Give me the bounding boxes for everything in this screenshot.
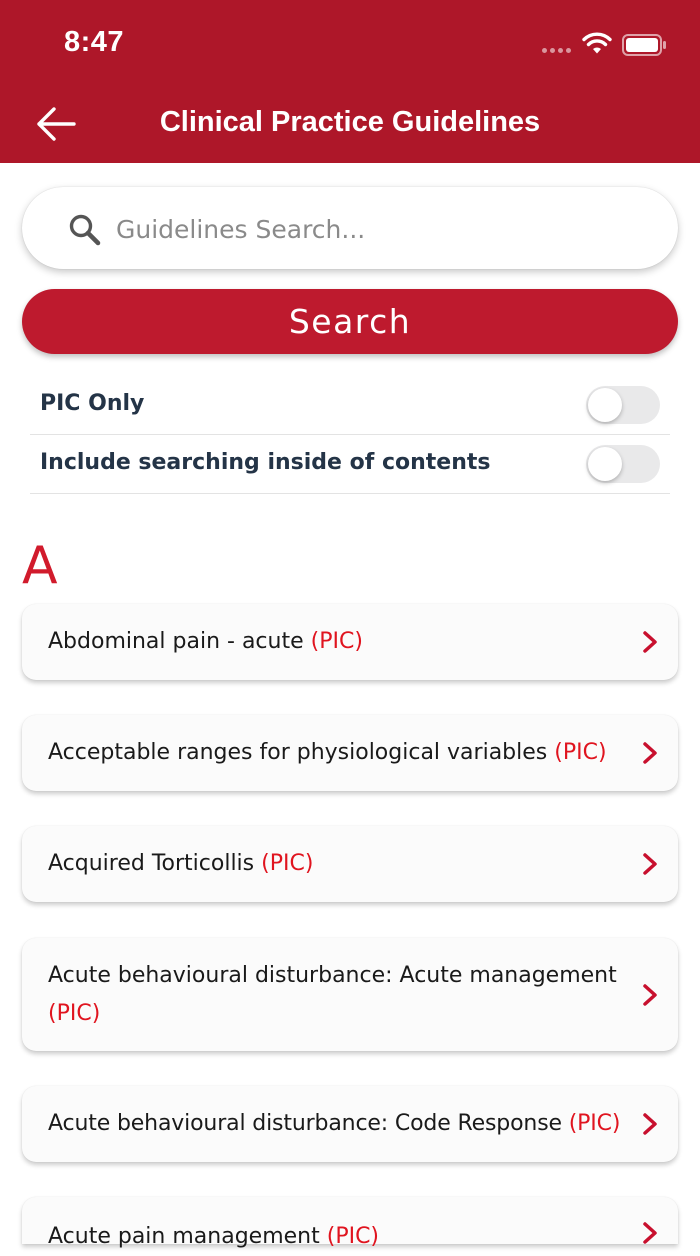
- chevron-right-icon: [643, 1222, 657, 1244]
- toggle-label-pic-only: PIC Only: [40, 391, 145, 416]
- pic-tag: (PIC): [310, 629, 363, 654]
- pic-only-toggle[interactable]: [586, 386, 660, 424]
- pic-tag: (PIC): [554, 740, 607, 765]
- chevron-right-icon: [643, 853, 657, 875]
- chevron-right-icon: [643, 983, 657, 1006]
- toggle-row-pic-only: PIC Only: [30, 376, 670, 435]
- guideline-item[interactable]: Acute behavioural disturbance: Code Resp…: [22, 1086, 678, 1162]
- pic-tag: (PIC): [261, 851, 314, 876]
- search-input[interactable]: [114, 205, 648, 253]
- cellular-signal-icon: [542, 48, 571, 53]
- pic-tag: (PIC): [48, 1000, 101, 1026]
- wifi-icon: [582, 32, 612, 54]
- status-time: 8:47: [64, 26, 125, 58]
- search-icon: [69, 214, 101, 246]
- battery-icon: [622, 34, 666, 56]
- chevron-right-icon: [643, 1113, 657, 1135]
- search-contents-toggle[interactable]: [586, 445, 660, 483]
- guideline-title: Acute behavioural disturbance: Code Resp…: [48, 1111, 562, 1136]
- guideline-title: Acute behavioural disturbance: Acute man…: [48, 962, 617, 988]
- app-header: 8:47 Clinical Practice Guidelines: [0, 0, 700, 163]
- guideline-item[interactable]: Acute pain management (PIC): [22, 1197, 678, 1249]
- chevron-right-icon: [643, 742, 657, 764]
- pic-tag: (PIC): [326, 1224, 380, 1249]
- toggle-row-search-contents: Include searching inside of contents: [30, 435, 670, 494]
- guideline-item[interactable]: Acquired Torticollis (PIC): [22, 826, 678, 902]
- guideline-title: Acute pain management: [48, 1224, 320, 1249]
- guideline-item[interactable]: Acute behavioural disturbance: Acute man…: [22, 938, 678, 1051]
- chevron-right-icon: [643, 631, 657, 653]
- pic-tag: (PIC): [568, 1111, 621, 1136]
- guideline-item[interactable]: Acceptable ranges for physiological vari…: [22, 715, 678, 791]
- search-field[interactable]: [22, 187, 678, 269]
- guideline-title: Abdominal pain - acute: [48, 629, 304, 654]
- toggle-label-search-contents: Include searching inside of contents: [40, 450, 491, 475]
- section-header-letter: A: [22, 536, 58, 596]
- guideline-title: Acceptable ranges for physiological vari…: [48, 740, 548, 765]
- guideline-title: Acquired Torticollis: [48, 851, 255, 876]
- search-button[interactable]: Search: [22, 289, 678, 354]
- page-title: Clinical Practice Guidelines: [159, 106, 541, 138]
- guideline-item[interactable]: Abdominal pain - acute (PIC): [22, 604, 678, 680]
